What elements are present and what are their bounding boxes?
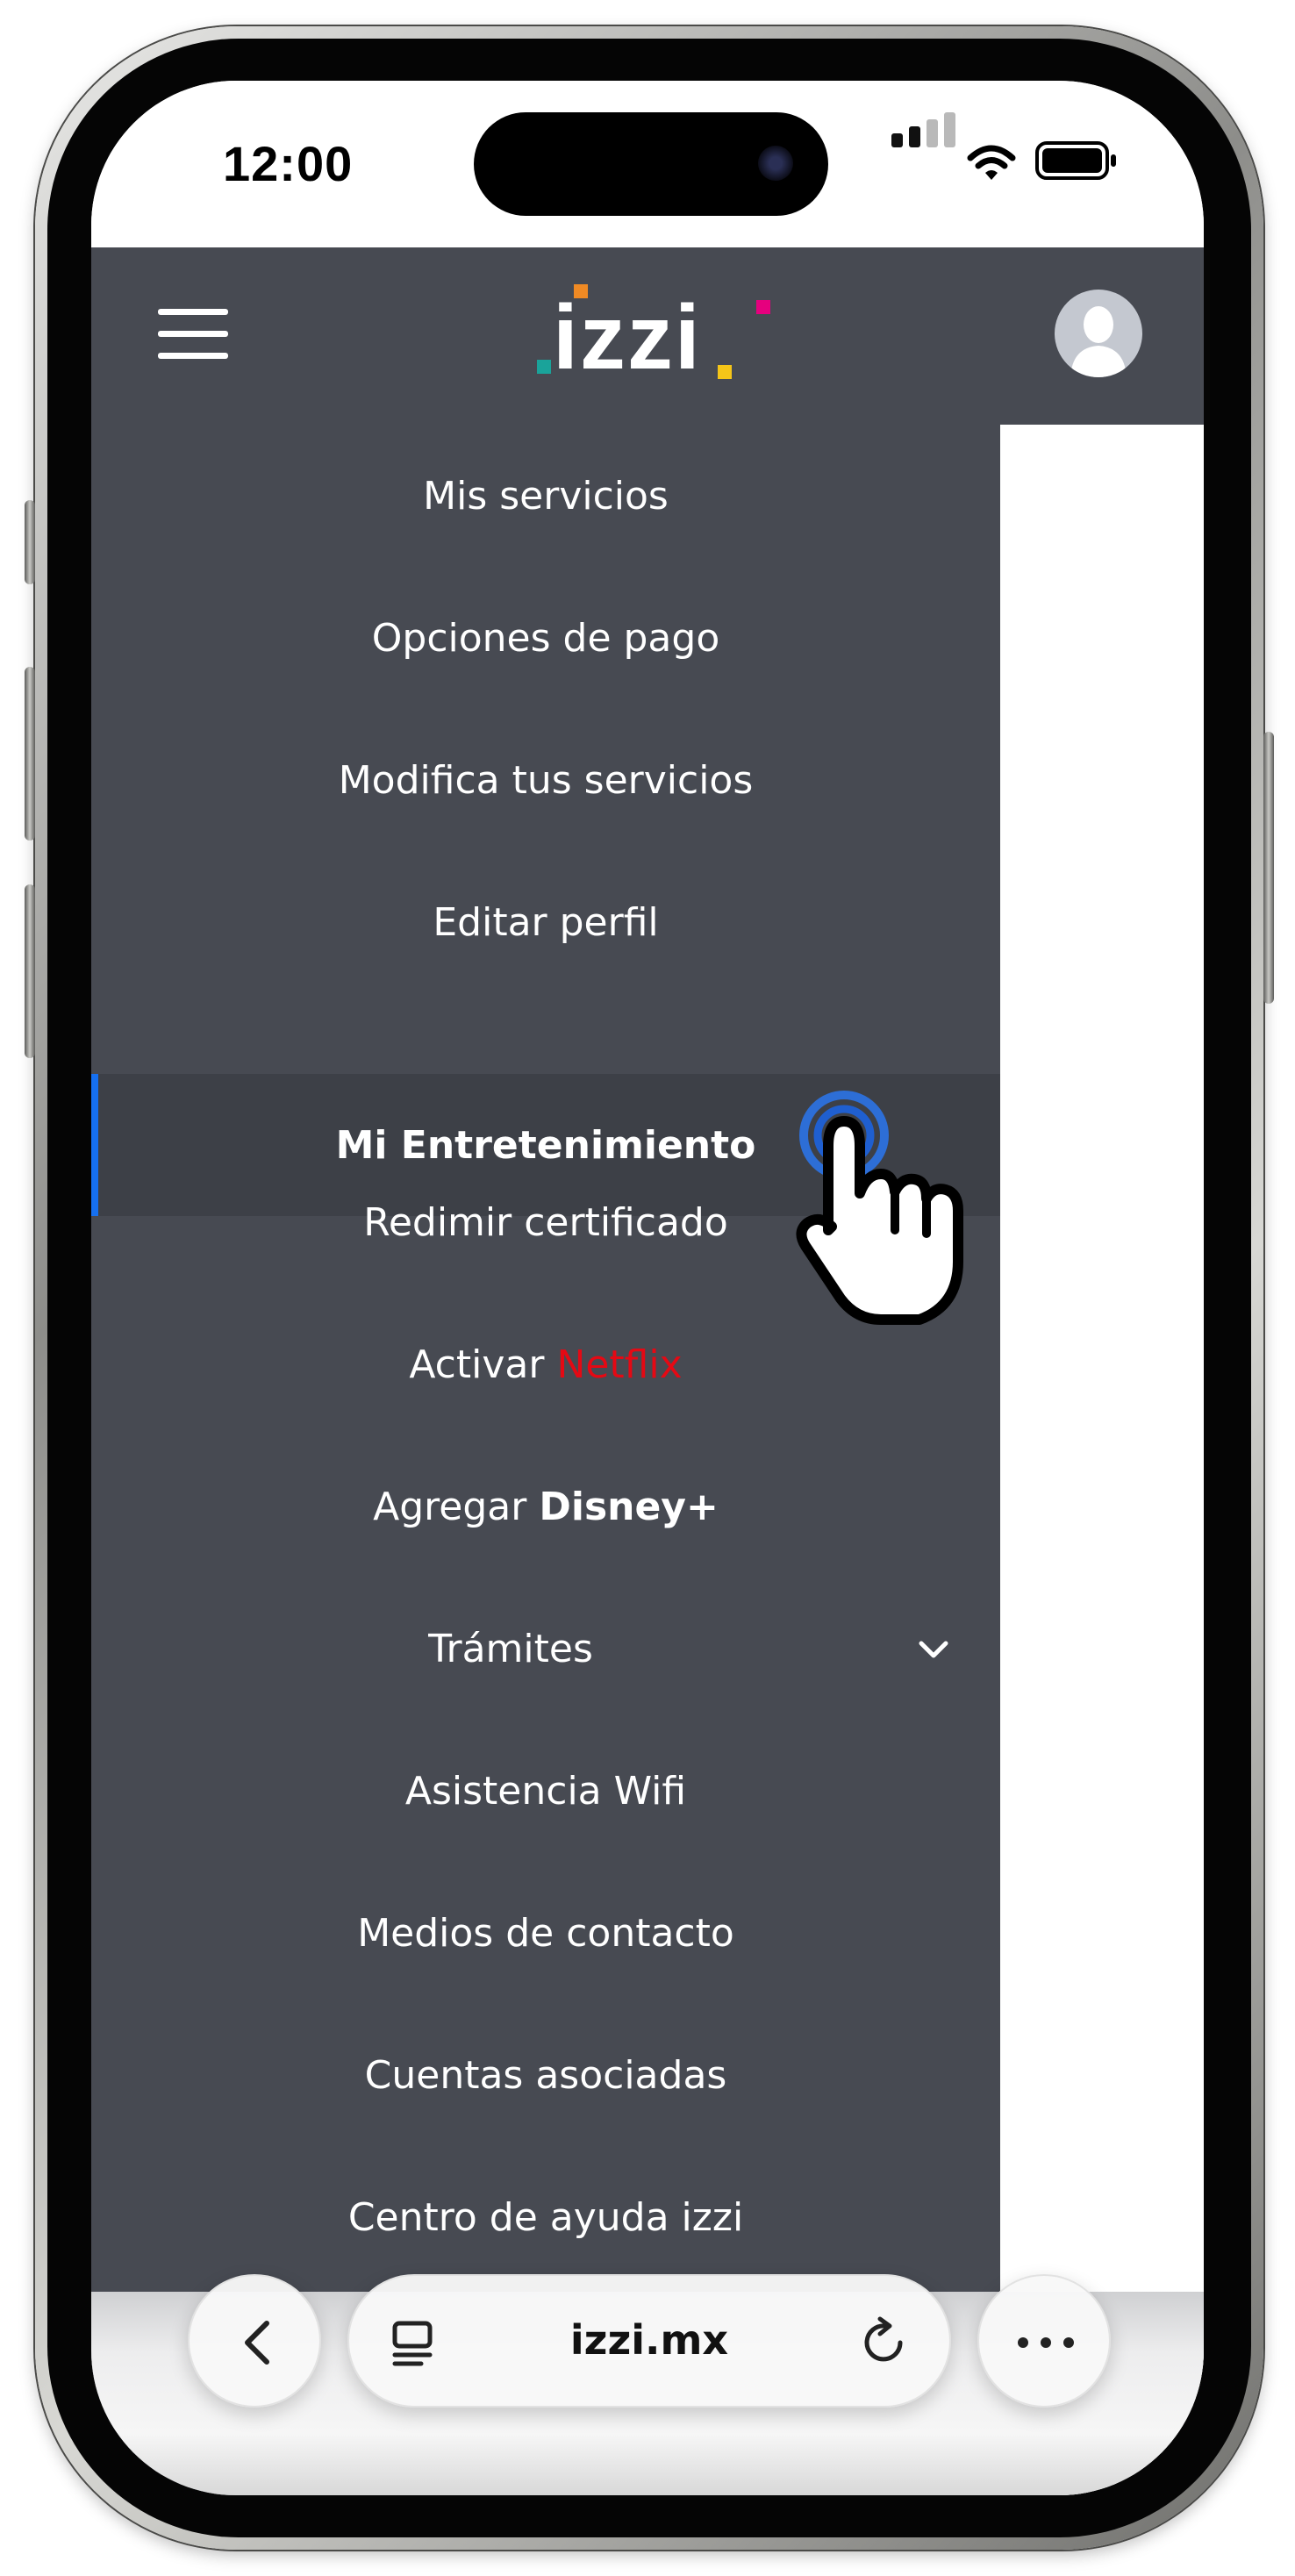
user-avatar[interactable] bbox=[1055, 290, 1142, 377]
reload-icon[interactable] bbox=[856, 2315, 911, 2369]
disney-brand-text: Disney+ bbox=[539, 1484, 719, 1529]
screen: 12:00 izzi Mis servicios Opciones de pag… bbox=[91, 81, 1204, 2495]
menu-item-label: Trámites bbox=[428, 1626, 593, 1671]
menu-item-label: Editar perfil bbox=[433, 899, 659, 945]
back-button[interactable] bbox=[188, 2274, 321, 2408]
chevron-left-icon bbox=[245, 2321, 269, 2365]
more-options-button[interactable] bbox=[977, 2274, 1111, 2408]
menu-item-modifica-tus-servicios[interactable]: Modifica tus servicios bbox=[91, 709, 1000, 851]
logo-teal-dot bbox=[537, 360, 551, 374]
menu-item-label: Activar bbox=[409, 1342, 545, 1387]
page-content-strip bbox=[1000, 425, 1204, 2495]
menu-item-label: Modifica tus servicios bbox=[338, 757, 754, 803]
battery-icon bbox=[1035, 141, 1116, 180]
tap-pointer-icon bbox=[796, 1091, 963, 1325]
power-button bbox=[1263, 732, 1274, 1004]
logo-text: izzi bbox=[553, 287, 702, 389]
menu-item-tramites[interactable]: Trámites bbox=[91, 1578, 1000, 1720]
izzi-logo[interactable]: izzi bbox=[537, 284, 783, 390]
menu-item-label: Cuentas asociadas bbox=[364, 2052, 727, 2098]
status-time: 12:00 bbox=[223, 136, 354, 191]
menu-item-cuentas-asociadas[interactable]: Cuentas asociadas bbox=[91, 2004, 1000, 2146]
user-icon bbox=[1070, 306, 1127, 377]
dynamic-island bbox=[474, 112, 828, 216]
chevron-down-icon bbox=[919, 1641, 948, 1658]
menu-item-medios-de-contacto[interactable]: Medios de contacto bbox=[91, 1862, 1000, 2004]
menu-item-label: Asistencia Wifi bbox=[404, 1768, 687, 1814]
volume-down-button bbox=[25, 884, 35, 1058]
front-camera bbox=[758, 146, 793, 181]
menu-item-asistencia-wifi[interactable]: Asistencia Wifi bbox=[91, 1720, 1000, 1862]
app-header: izzi bbox=[91, 247, 1204, 425]
logo-yellow-dot bbox=[718, 365, 732, 379]
ellipsis-icon bbox=[1018, 2337, 1074, 2348]
mute-switch bbox=[25, 500, 35, 584]
menu-item-centro-de-ayuda[interactable]: Centro de ayuda izzi bbox=[91, 2146, 1000, 2288]
logo-magenta-dot bbox=[756, 300, 770, 314]
netflix-brand-text: Netflix bbox=[556, 1342, 683, 1387]
menu-item-opciones-de-pago[interactable]: Opciones de pago bbox=[91, 567, 1000, 709]
menu-item-label: Redimir certificado bbox=[363, 1199, 728, 1245]
menu-item-label: Agregar bbox=[373, 1484, 527, 1529]
wifi-icon bbox=[967, 145, 1016, 180]
menu-item-editar-perfil[interactable]: Editar perfil bbox=[91, 851, 1000, 993]
volume-up-button bbox=[25, 667, 35, 841]
address-bar[interactable]: izzi.mx bbox=[347, 2274, 951, 2408]
menu-item-agregar-disney[interactable]: Agregar Disney+ bbox=[91, 1435, 1000, 1578]
side-menu: Mis servicios Opciones de pago Modifica … bbox=[91, 425, 1000, 2495]
menu-item-label: Mis servicios bbox=[423, 473, 669, 519]
status-bar: 12:00 bbox=[91, 81, 1204, 247]
menu-item-label: Opciones de pago bbox=[371, 615, 720, 661]
menu-item-label: Centro de ayuda izzi bbox=[347, 2194, 744, 2240]
hamburger-menu-icon[interactable] bbox=[158, 309, 228, 360]
menu-item-label: Medios de contacto bbox=[357, 1910, 734, 1956]
menu-item-mis-servicios[interactable]: Mis servicios bbox=[91, 425, 1000, 567]
